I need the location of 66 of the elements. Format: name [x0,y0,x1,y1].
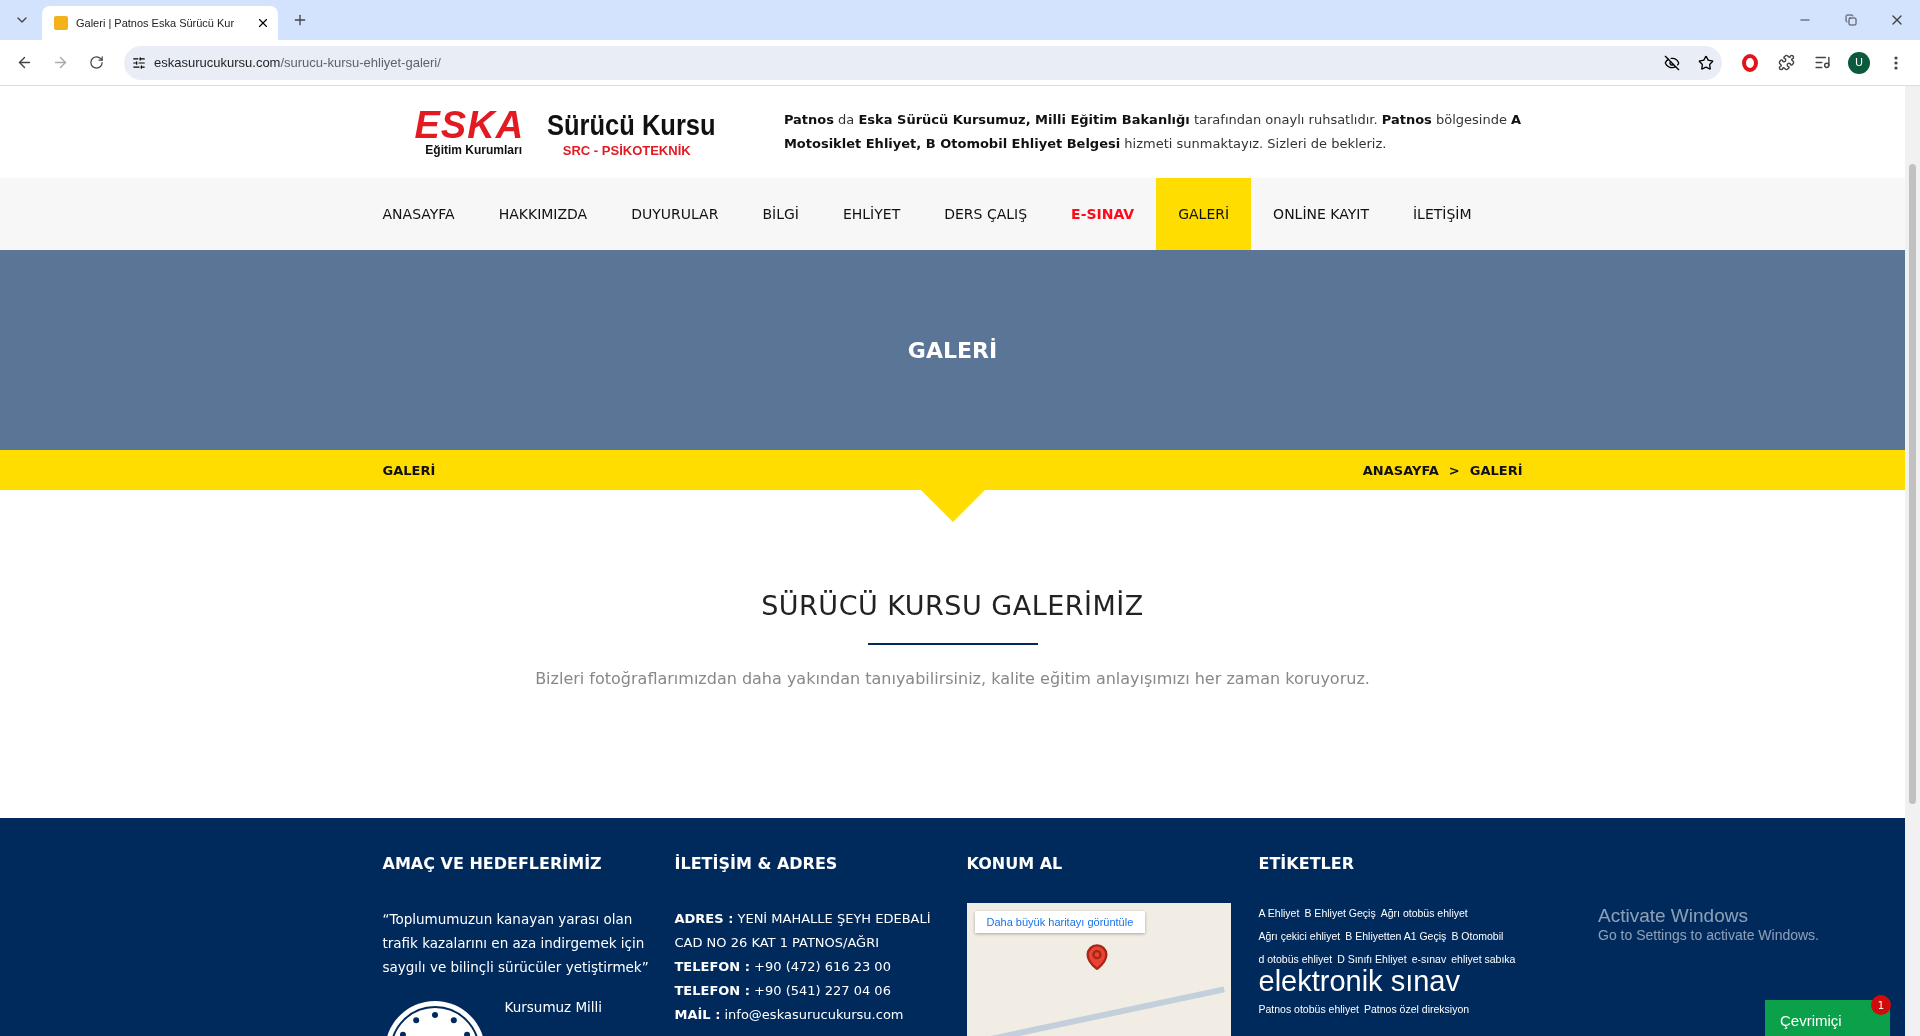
nav-link[interactable]: İLETİŞİM [1390,178,1494,250]
footer-heading: AMAÇ VE HEDEFLERİMİZ [382,854,603,873]
tag-link[interactable]: B Otomobil [1451,930,1504,942]
nav-link[interactable]: EHLİYET [820,178,923,250]
nav-link[interactable]: DUYURULAR [609,178,741,250]
close-tab-icon[interactable] [256,16,270,30]
tag-link[interactable]: D Sınıfı Ehliyet [1337,953,1407,965]
tag-link[interactable]: Ağrı otobüs ehliyet [1380,907,1468,919]
url-text: eskasurucukursu.com/surucu-kursu-ehliyet-galeri/ [154,55,442,70]
tag-link[interactable]: d otobüs ehliyet [1258,953,1333,965]
intro-text: Patnos da Eska Sürücü Kursumuz, Milli Eğitim Bakanlığı tarafından onaylı ruhsatlıdır. Patnos bölgesinde A Motosiklet Ehliyet, B Otomobil Ehliyet Belgesi hizmeti sunmaktayız. Sizleri de bekleriz. [783,111,1523,153]
activation-text: Go to Settings to activate Windows. [1598,927,1819,943]
larger-map-link[interactable]: Daha büyük haritayı görüntüle [974,911,1146,933]
bookmark-star-icon[interactable] [1698,54,1714,71]
puzzle-icon [1777,54,1795,71]
current-page-label: GALERİ [382,462,436,478]
footer-heading: KONUM AL [966,854,1064,873]
breadcrumb-separator: > [1448,462,1460,478]
logo-subtitle: Eğitim Kurumları [424,142,523,158]
nav-link[interactable]: BİLGİ [740,178,821,250]
tab-title: Galeri | Patnos Eska Sürücü Kur [76,17,236,29]
nav-link[interactable]: E-SINAV [1049,178,1157,250]
tag-link[interactable]: Ağrı çekici ehliyet [1258,930,1341,942]
reload-icon [88,55,104,70]
nav-link[interactable]: DERS ÇALIŞ [922,178,1050,250]
footer-heading: ETİKETLER [1258,854,1355,873]
nav-link[interactable]: HAKKIMIZDA [476,178,610,250]
tag-link[interactable]: Patnos özel direksiyon [1364,1003,1470,1015]
address-bar[interactable]: eskasurucukursu.com/surucu-kursu-ehliyet-galeri/ [124,45,1722,80]
tag-link[interactable]: Patnos otobüs ehliyet [1258,1003,1359,1015]
logo-tagline: SRC - PSİKOTEKNİK [561,142,692,158]
profile-avatar[interactable]: U [1848,51,1870,74]
accreditation-text: Kursumuz Milli [504,999,603,1017]
scrollbar[interactable] [1905,86,1920,1036]
activation-title: Activate Windows [1598,905,1749,927]
nav-link[interactable]: GALERİ [1156,178,1252,250]
menu-dots-icon [1894,55,1898,70]
logo-name: Sürücü Kursu [546,106,717,143]
breadcrumb-link[interactable]: ANASAYFA [1362,462,1439,478]
tag-link[interactable]: ehliyet sabıka [1451,953,1516,965]
tag-link[interactable]: A Ehliyet [1258,907,1300,919]
contact-line: MAİL : info@eskasurucukursu.com [674,1006,905,1024]
plus-icon [292,12,308,28]
tag-link[interactable]: e-sınav [1411,953,1447,965]
nav-link[interactable]: ANASAYFA [382,178,477,250]
contact-line: TELEFON : +90 (472) 616 23 00 [674,958,892,976]
tag-link[interactable]: B Ehliyet Geçiş [1304,907,1376,919]
ring-extension-icon[interactable] [1742,53,1758,72]
favicon-icon [54,16,68,30]
contact-line: TELEFON : +90 (541) 227 04 06 [674,982,892,1000]
page-title: GALERİ [907,337,998,363]
site-settings-icon[interactable] [132,55,146,70]
logo-brand: ESKA [414,106,526,143]
footer-heading: İLETİŞİM & ADRES [674,854,839,873]
contact-line: ADRES : YENİ MAHALLE ŞEYH EDEBALİ CAD NO 26 KAT 1 PATNOS/AĞRI [674,910,932,952]
restore-icon [1845,14,1857,26]
media-list-icon [1813,54,1831,71]
section-title: SÜRÜCÜ KURSU GALERİMİZ [761,590,1144,621]
section-subtitle: Bizleri fotoğraflarımızdan daha yakından tanıyabilirsiniz, kalite eğitim anlayışımızı her zaman koruyoruz. [535,669,1370,688]
nav-link[interactable]: ONLİNE KAYIT [1251,178,1391,250]
tag-link[interactable]: elektronik sınav [1258,965,1460,997]
mission-quote: “Toplumumuzun kanayan yarası olan trafik kazalarını en aza indirgemek için saygılı ve bilinçli sürücüler yetiştirmek” [382,910,650,977]
browser-tab[interactable]: Galeri | Patnos Eska Sürücü Kur [42,6,278,40]
tag-link[interactable]: B Ehliyetten A1 Geçiş [1345,930,1447,942]
eye-off-icon[interactable] [1664,54,1680,71]
breadcrumb-link[interactable]: GALERİ [1469,462,1523,478]
